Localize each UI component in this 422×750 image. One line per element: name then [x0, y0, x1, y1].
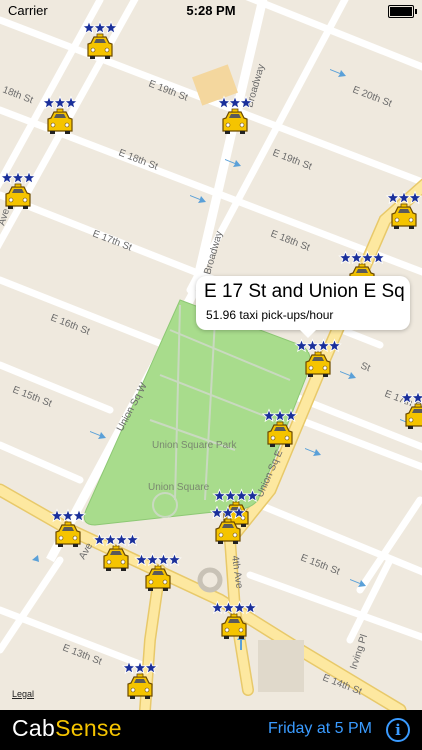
callout-title: E 17 St and Union E Sq [204, 281, 405, 302]
status-bar: Carrier 5:28 PM [0, 0, 422, 22]
logo-cab: Cab [12, 715, 56, 741]
app-logo: CabSense [12, 715, 122, 742]
building-block [258, 640, 304, 692]
battery-icon [388, 5, 417, 18]
park-label: Union Square [148, 482, 210, 493]
time-selector-button[interactable]: Friday at 5 PM [268, 720, 372, 738]
location-callout[interactable]: E 17 St and Union E Sq 51.96 taxi pick-u… [196, 276, 410, 338]
info-icon[interactable]: i [386, 718, 410, 742]
park-label: Union Square Park [152, 440, 237, 451]
map-view[interactable]: Union Square Park Union Square E 20th St… [0, 0, 422, 710]
logo-sense: Sense [55, 715, 122, 741]
legal-link[interactable]: Legal [12, 689, 34, 699]
bottom-toolbar: CabSense Friday at 5 PM i [0, 710, 422, 750]
clock: 5:28 PM [186, 3, 236, 18]
callout-subtitle: 51.96 taxi pick-ups/hour [206, 308, 334, 322]
